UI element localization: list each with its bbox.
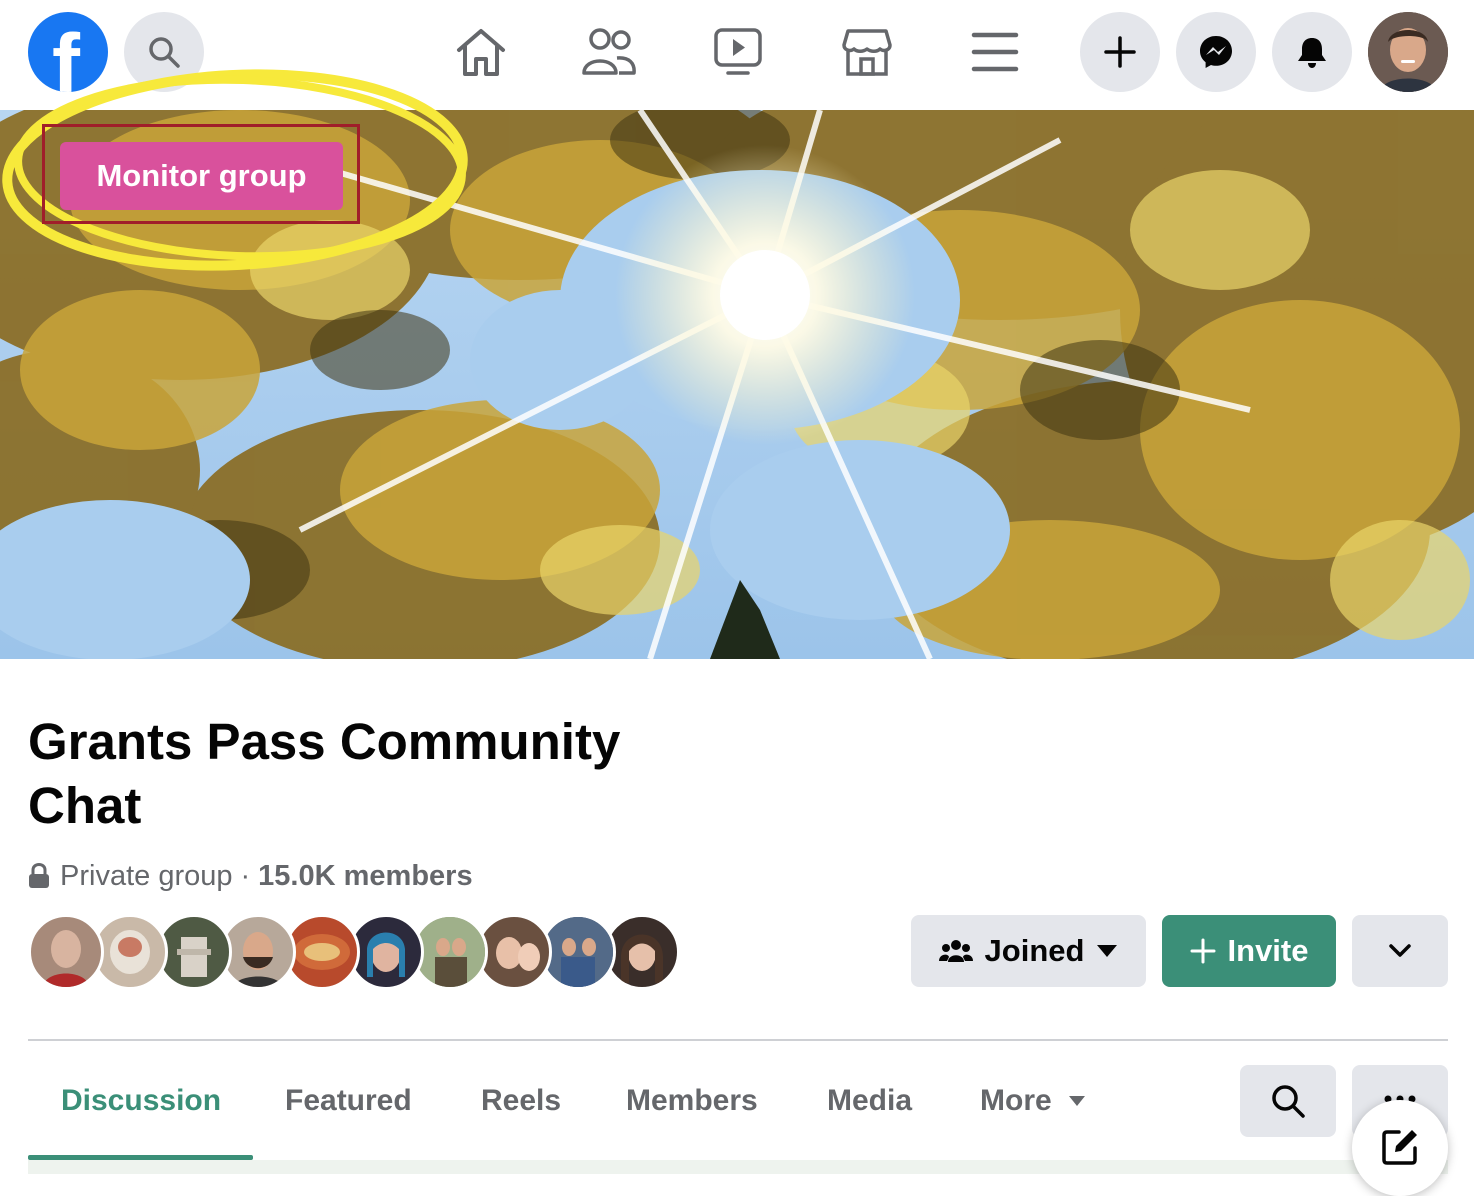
caret-down-icon — [1097, 945, 1118, 957]
marketplace-icon — [842, 29, 892, 76]
meta-separator: · — [240, 860, 251, 892]
lock-icon — [28, 863, 50, 889]
group-title: Grants Pass Community Chat — [28, 713, 621, 834]
privacy-label: Private group — [60, 860, 233, 892]
facebook-logo-icon[interactable]: f — [28, 12, 108, 92]
caret-down-icon — [1068, 1096, 1085, 1106]
tab-media[interactable]: Media — [827, 1078, 912, 1124]
watch-icon — [714, 28, 762, 75]
profile-avatar[interactable] — [1368, 12, 1448, 92]
joined-button[interactable]: Joined — [911, 915, 1146, 987]
tab-more[interactable]: More — [980, 1078, 1086, 1124]
tab-more-label: More — [980, 1084, 1052, 1117]
top-navigation-bar: f — [0, 0, 1474, 110]
friends-icon — [582, 28, 636, 75]
search-icon — [149, 37, 180, 68]
messenger-button[interactable] — [1176, 12, 1256, 92]
member-avatar[interactable] — [28, 914, 104, 990]
monitor-group-button[interactable]: Monitor group — [60, 142, 343, 210]
compose-icon — [1382, 1130, 1417, 1165]
group-options-dropdown-button[interactable] — [1352, 915, 1448, 987]
plus-icon — [1104, 36, 1136, 68]
home-icon — [457, 29, 505, 76]
compose-post-button[interactable] — [1352, 1100, 1448, 1196]
invite-button[interactable]: Invite — [1162, 915, 1336, 987]
watch-tab[interactable] — [710, 24, 766, 80]
create-button[interactable] — [1080, 12, 1160, 92]
tab-featured[interactable]: Featured — [285, 1078, 412, 1124]
notifications-button[interactable] — [1272, 12, 1352, 92]
bell-icon — [1298, 38, 1326, 68]
group-meta: Private group · 15.0K members — [28, 856, 473, 896]
menu-tab[interactable] — [967, 24, 1023, 80]
group-members-icon — [938, 940, 973, 962]
menu-icon — [971, 32, 1019, 72]
search-button[interactable] — [124, 12, 204, 92]
members-count[interactable]: 15.0K members — [258, 856, 472, 896]
messenger-icon — [1200, 36, 1232, 68]
invite-label: Invite — [1227, 933, 1309, 968]
marketplace-tab[interactable] — [839, 24, 895, 80]
joined-label: Joined — [984, 933, 1085, 968]
tab-discussion[interactable]: Discussion — [61, 1078, 221, 1124]
home-tab[interactable] — [453, 24, 509, 80]
header-divider — [28, 1039, 1448, 1041]
tab-members[interactable]: Members — [626, 1078, 758, 1124]
search-icon — [1272, 1085, 1305, 1118]
content-area-edge — [28, 1160, 1448, 1174]
friends-tab[interactable] — [581, 24, 637, 80]
tab-reels[interactable]: Reels — [481, 1078, 561, 1124]
group-search-button[interactable] — [1240, 1065, 1336, 1137]
chevron-down-icon — [1389, 944, 1411, 957]
plus-icon — [1190, 938, 1216, 964]
